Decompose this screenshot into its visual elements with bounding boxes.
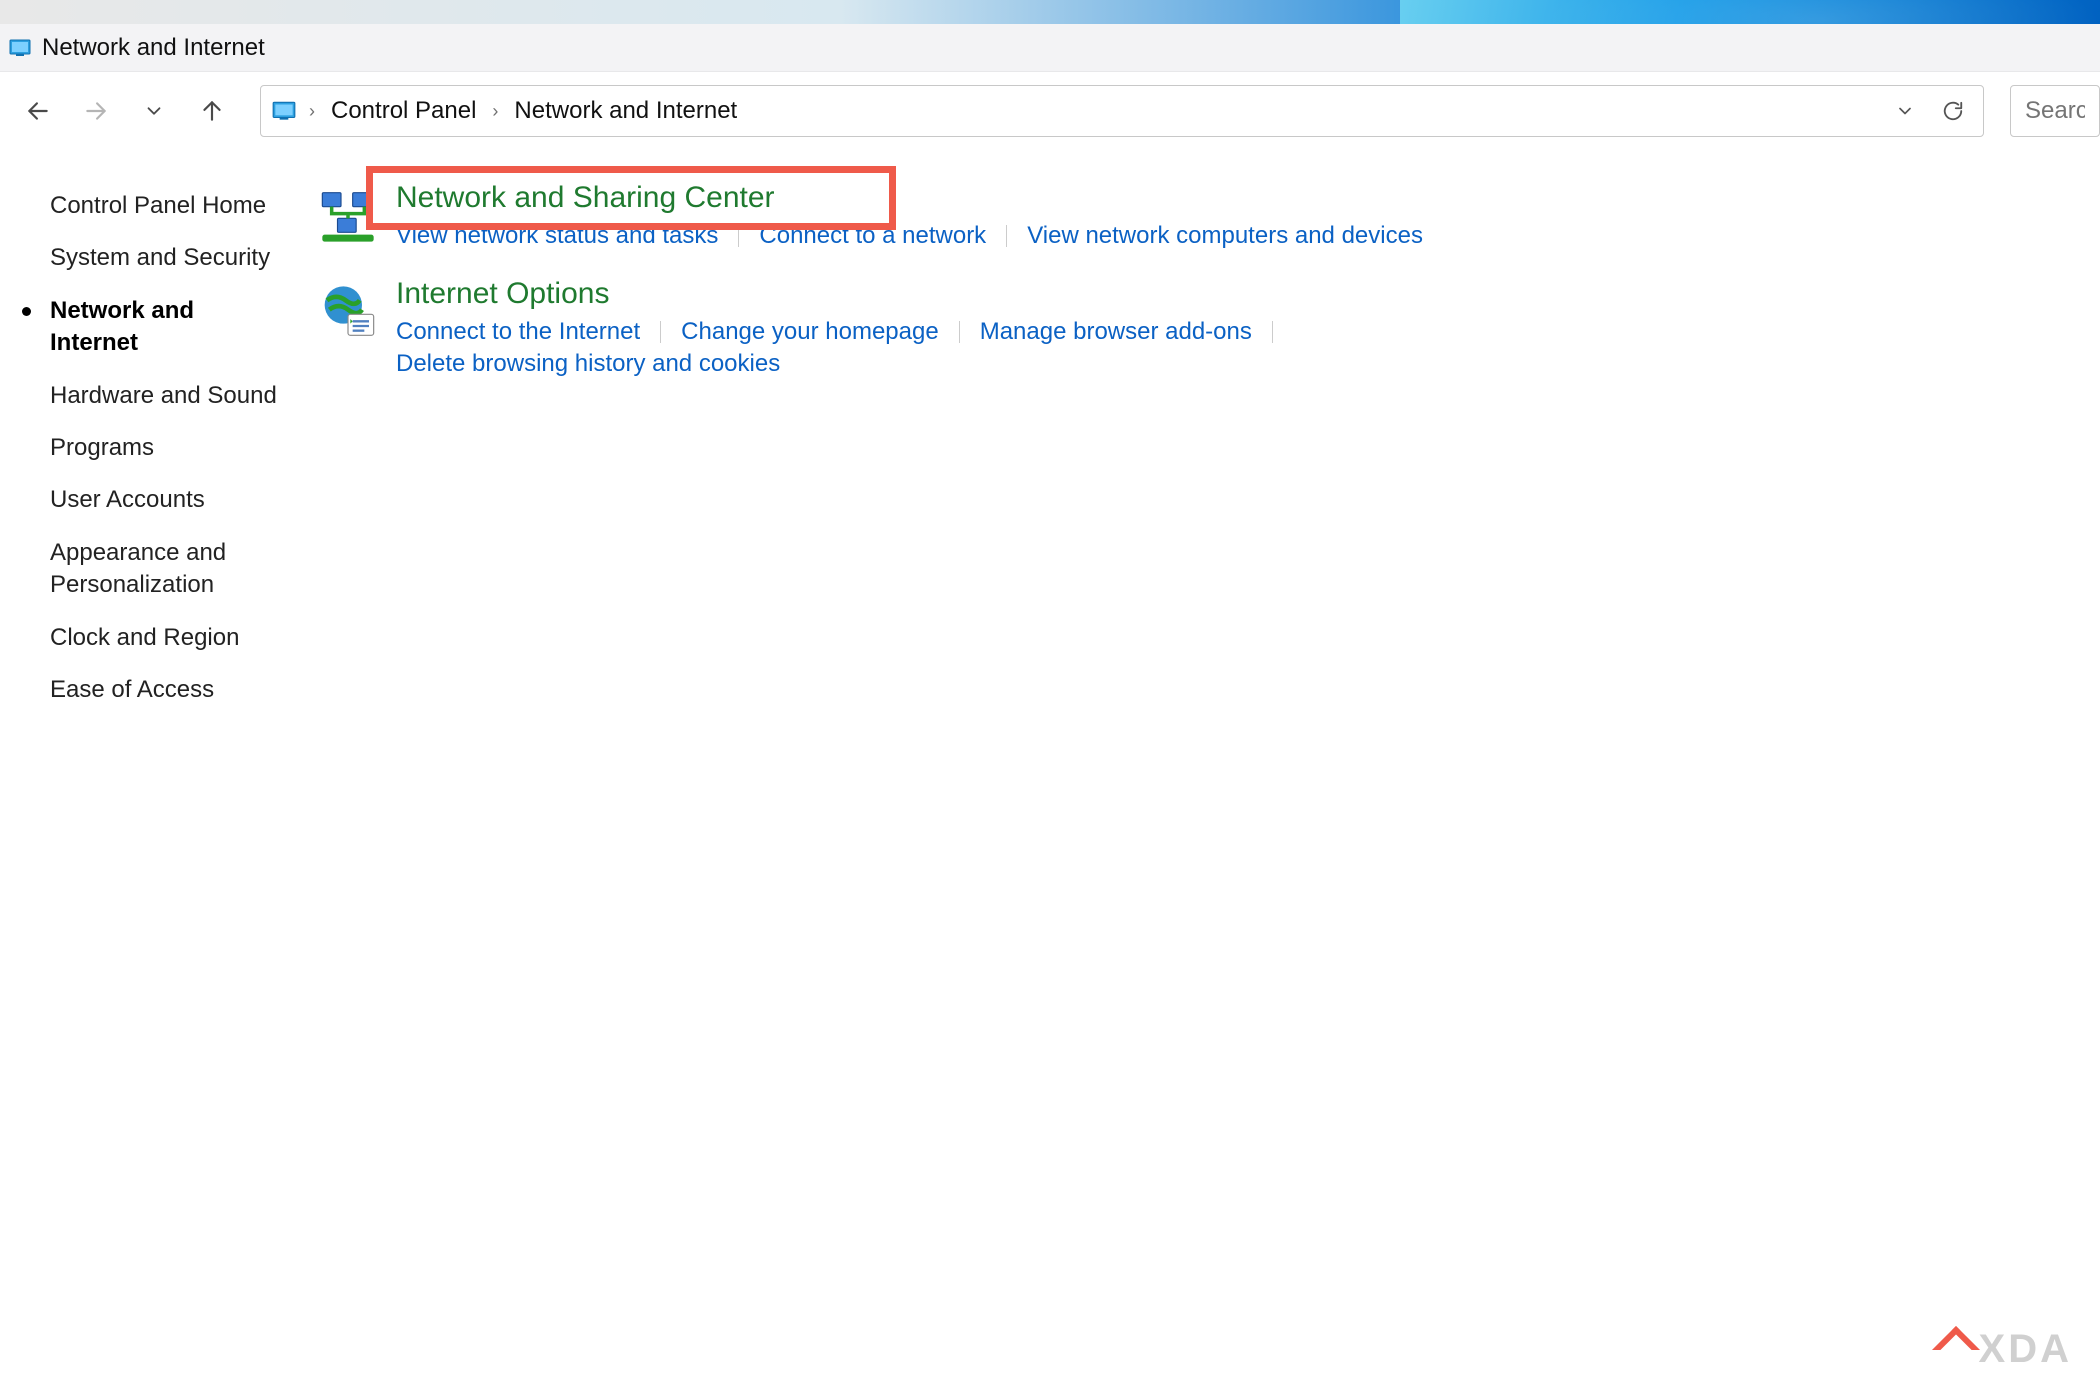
annotation-highlight: [366, 166, 896, 230]
link-change-homepage[interactable]: Change your homepage: [681, 318, 939, 346]
link-view-network-status[interactable]: View network status and tasks: [396, 222, 718, 250]
watermark-text: XDA: [1979, 1327, 2072, 1372]
forward-button[interactable]: [70, 85, 122, 137]
category-network-sharing: Network and Sharing Center View network …: [320, 180, 2100, 250]
category-title-network-sharing[interactable]: Network and Sharing Center: [396, 180, 775, 216]
link-separator: [1272, 321, 1273, 343]
link-connect-internet[interactable]: Connect to the Internet: [396, 318, 640, 346]
internet-options-icon: [320, 284, 376, 340]
search-input[interactable]: [2025, 97, 2085, 125]
sidebar-item-user-accounts[interactable]: User Accounts: [50, 474, 280, 526]
xda-logo-icon: [1932, 1325, 1980, 1373]
sublinks-network-sharing: View network status and tasks Connect to…: [396, 222, 1446, 250]
breadcrumb-current[interactable]: Network and Internet: [510, 97, 741, 125]
link-separator: [660, 321, 661, 343]
network-sharing-icon: [320, 188, 376, 244]
breadcrumb-root[interactable]: Control Panel: [327, 97, 480, 125]
content-area: Network and Sharing Center View network …: [300, 180, 2100, 716]
sidebar-item-clock-region[interactable]: Clock and Region: [50, 612, 280, 664]
search-box[interactable]: [2010, 85, 2100, 137]
link-connect-network[interactable]: Connect to a network: [759, 222, 986, 250]
category-internet-options: Internet Options Connect to the Internet…: [320, 276, 2100, 378]
link-manage-addons[interactable]: Manage browser add-ons: [980, 318, 1252, 346]
sidebar-item-system-security[interactable]: System and Security: [50, 232, 280, 284]
sidebar-item-hardware-sound[interactable]: Hardware and Sound: [50, 370, 280, 422]
breadcrumb-separator: ›: [488, 101, 502, 122]
link-separator: [1006, 225, 1007, 247]
sidebar: Control Panel Home System and Security N…: [0, 180, 300, 716]
sidebar-item-appearance[interactable]: Appearance and Personalization: [50, 527, 280, 612]
refresh-button[interactable]: [1933, 91, 1973, 131]
watermark: XDA: [1939, 1327, 2072, 1372]
category-title-internet-options[interactable]: Internet Options: [396, 276, 609, 312]
window-title: Network and Internet: [42, 34, 265, 62]
link-separator: [959, 321, 960, 343]
window-top-accent: [0, 0, 2100, 24]
control-panel-icon: [8, 36, 32, 60]
sidebar-item-programs[interactable]: Programs: [50, 422, 280, 474]
link-separator: [738, 225, 739, 247]
sidebar-item-home[interactable]: Control Panel Home: [50, 180, 280, 232]
address-history-dropdown[interactable]: [1885, 91, 1925, 131]
sidebar-item-ease-of-access[interactable]: Ease of Access: [50, 664, 280, 716]
breadcrumb-separator: ›: [305, 101, 319, 122]
sidebar-item-network-internet[interactable]: Network and Internet: [50, 285, 280, 370]
address-bar[interactable]: › Control Panel › Network and Internet: [260, 85, 1984, 137]
link-view-network-computers[interactable]: View network computers and devices: [1027, 222, 1423, 250]
back-button[interactable]: [12, 85, 64, 137]
control-panel-path-icon: [271, 98, 297, 124]
navigation-row: › Control Panel › Network and Internet: [0, 72, 2100, 150]
link-delete-history[interactable]: Delete browsing history and cookies: [396, 350, 780, 378]
up-button[interactable]: [186, 85, 238, 137]
titlebar: Network and Internet: [0, 24, 2100, 72]
sublinks-internet-options: Connect to the Internet Change your home…: [396, 318, 1446, 378]
recent-locations-button[interactable]: [128, 85, 180, 137]
